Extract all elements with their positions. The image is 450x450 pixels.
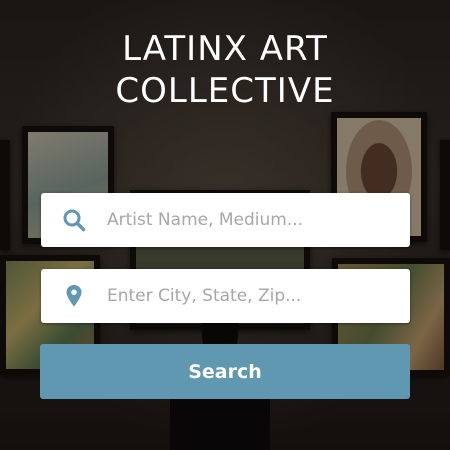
artist-search-input[interactable] xyxy=(107,210,397,230)
map-pin-icon xyxy=(41,284,107,308)
title-line-1: LATINX ART xyxy=(122,29,328,69)
hero-background: LATINX ART COLLECTIVE Search xyxy=(0,0,450,450)
title-line-2: COLLECTIVE xyxy=(115,71,335,111)
location-search-field[interactable] xyxy=(41,269,410,323)
location-search-input[interactable] xyxy=(107,286,397,306)
search-icon xyxy=(41,208,107,232)
artist-search-field[interactable] xyxy=(41,193,410,247)
search-button[interactable]: Search xyxy=(40,344,410,399)
page-title: LATINX ART COLLECTIVE xyxy=(0,28,450,112)
